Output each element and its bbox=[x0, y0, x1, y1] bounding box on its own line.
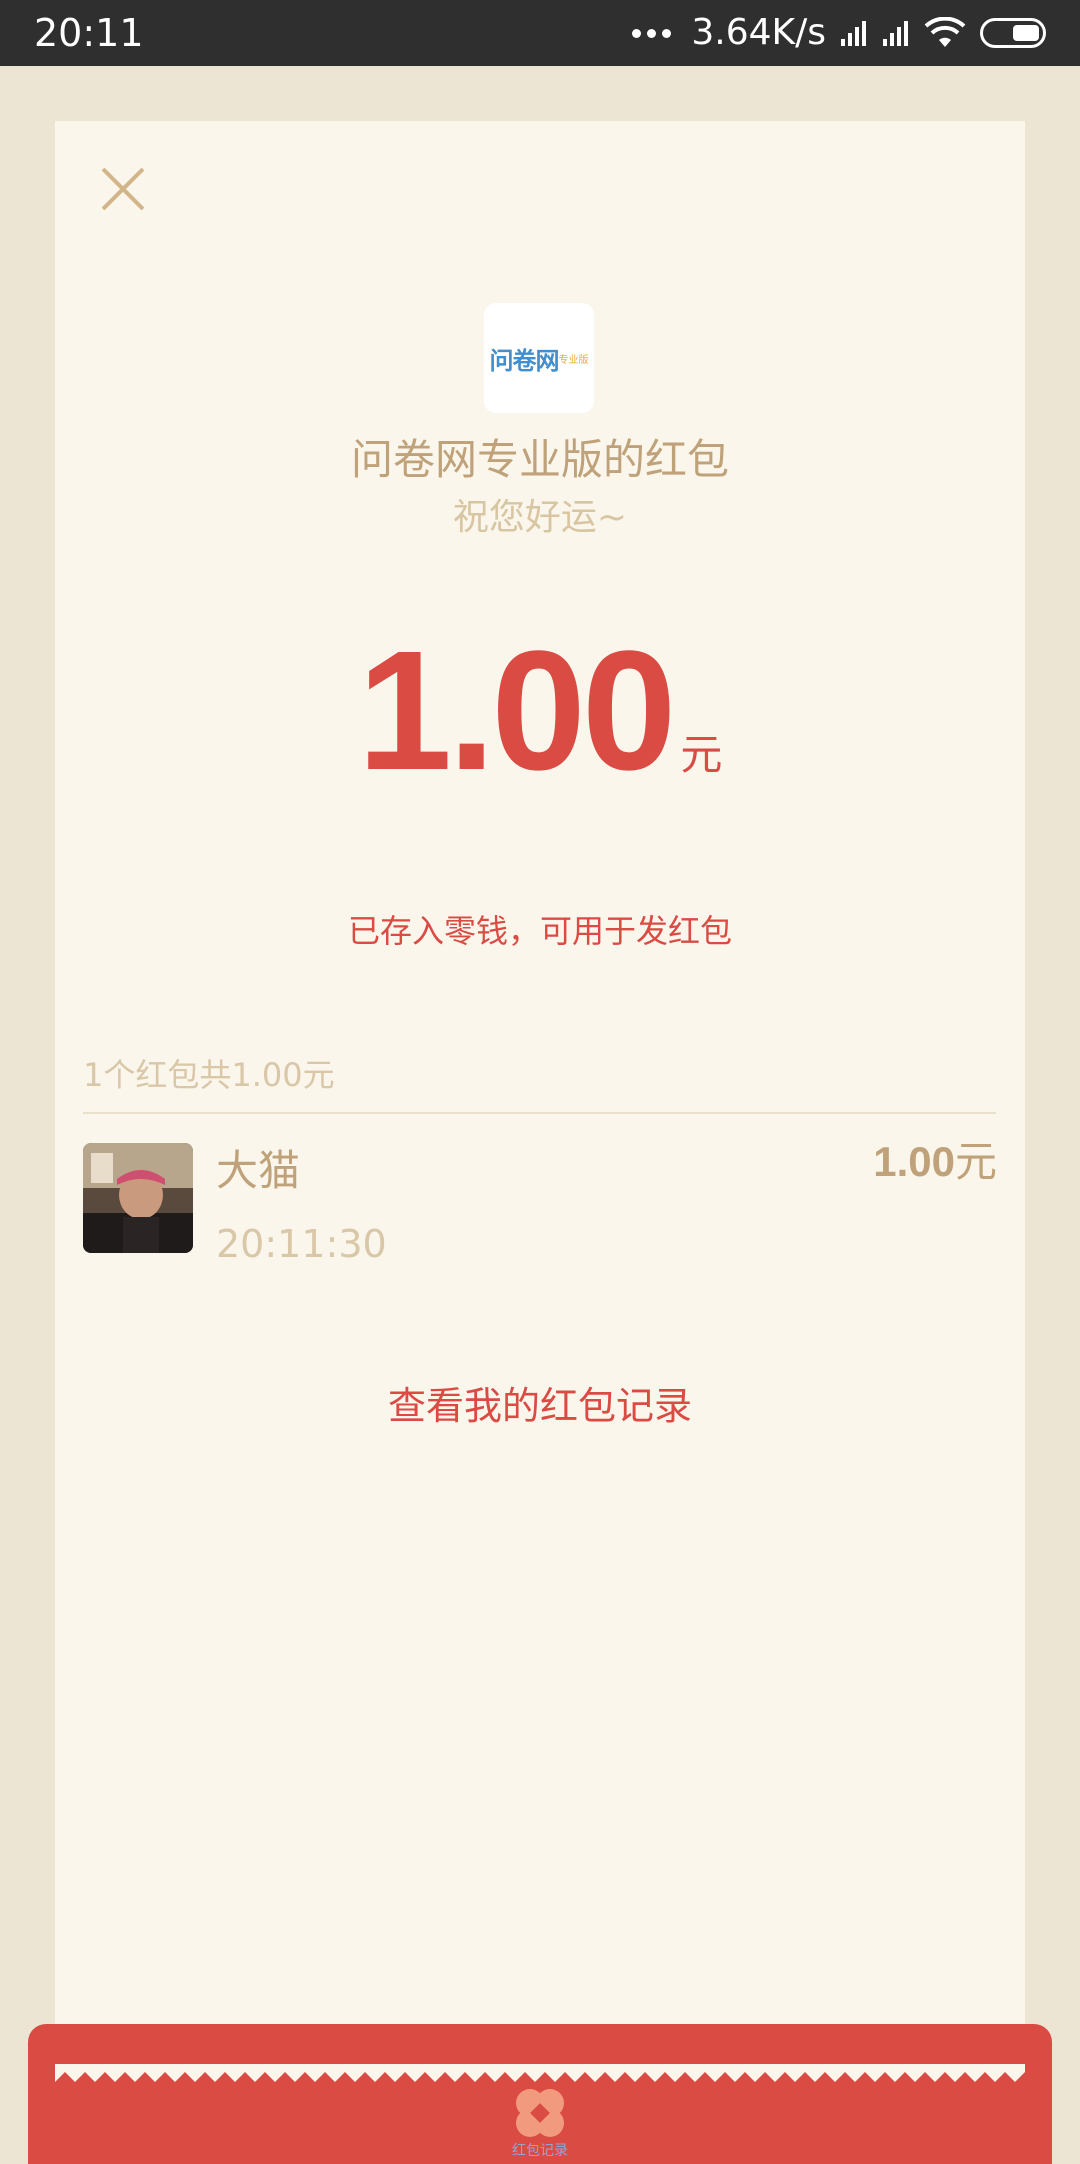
status-bar: 20:11 3.64K/s bbox=[0, 0, 1080, 66]
cellular-signal-2-icon bbox=[883, 21, 908, 46]
wifi-icon bbox=[924, 17, 966, 47]
network-speed: 3.64K/s bbox=[691, 12, 826, 53]
blessing-text: 祝您好运~ bbox=[452, 497, 628, 538]
amount-value: 1.00 bbox=[357, 616, 677, 806]
close-icon[interactable] bbox=[93, 159, 153, 219]
view-records-link[interactable]: 查看我的红包记录 bbox=[55, 1382, 1025, 1430]
divider bbox=[83, 1112, 996, 1114]
sender-title: 问卷网专业版的红包 bbox=[350, 435, 729, 484]
battery-icon bbox=[980, 18, 1046, 48]
amount: 1.00 元 bbox=[55, 621, 1025, 801]
receiver-name: 大猫 bbox=[216, 1146, 301, 1195]
bottom-label: 红包记录 bbox=[512, 2143, 568, 2159]
avatar[interactable] bbox=[83, 1143, 193, 1253]
red-envelope-card: 问卷网 专业版 问卷网专业版的红包 祝您好运~ 1.00 元 已存入零钱，可用于发红… bbox=[55, 121, 1025, 2081]
zigzag-edge bbox=[55, 2064, 1025, 2082]
receiver-amount: 1.00元 bbox=[873, 1136, 997, 1188]
receive-time: 20:11:30 bbox=[216, 1222, 387, 1266]
status-time: 20:11 bbox=[34, 11, 144, 55]
stored-note[interactable]: 已存入零钱，可用于发红包 bbox=[55, 911, 1025, 951]
status-icons: 3.64K/s bbox=[632, 12, 1046, 54]
amount-unit: 元 bbox=[680, 730, 723, 779]
sender-logo: 问卷网 专业版 bbox=[484, 303, 594, 413]
logo-text: 问卷网 bbox=[489, 346, 560, 375]
more-dots-icon bbox=[632, 28, 672, 38]
receiver-amount-value: 1.00 bbox=[873, 1138, 955, 1185]
logo-sup: 专业版 bbox=[558, 354, 589, 366]
envelope-summary: 1个红包共1.00元 bbox=[83, 1056, 335, 1094]
receiver-amount-unit: 元 bbox=[954, 1137, 997, 1186]
red-packet-record-icon[interactable] bbox=[512, 2085, 568, 2141]
cellular-signal-icon bbox=[841, 21, 866, 46]
